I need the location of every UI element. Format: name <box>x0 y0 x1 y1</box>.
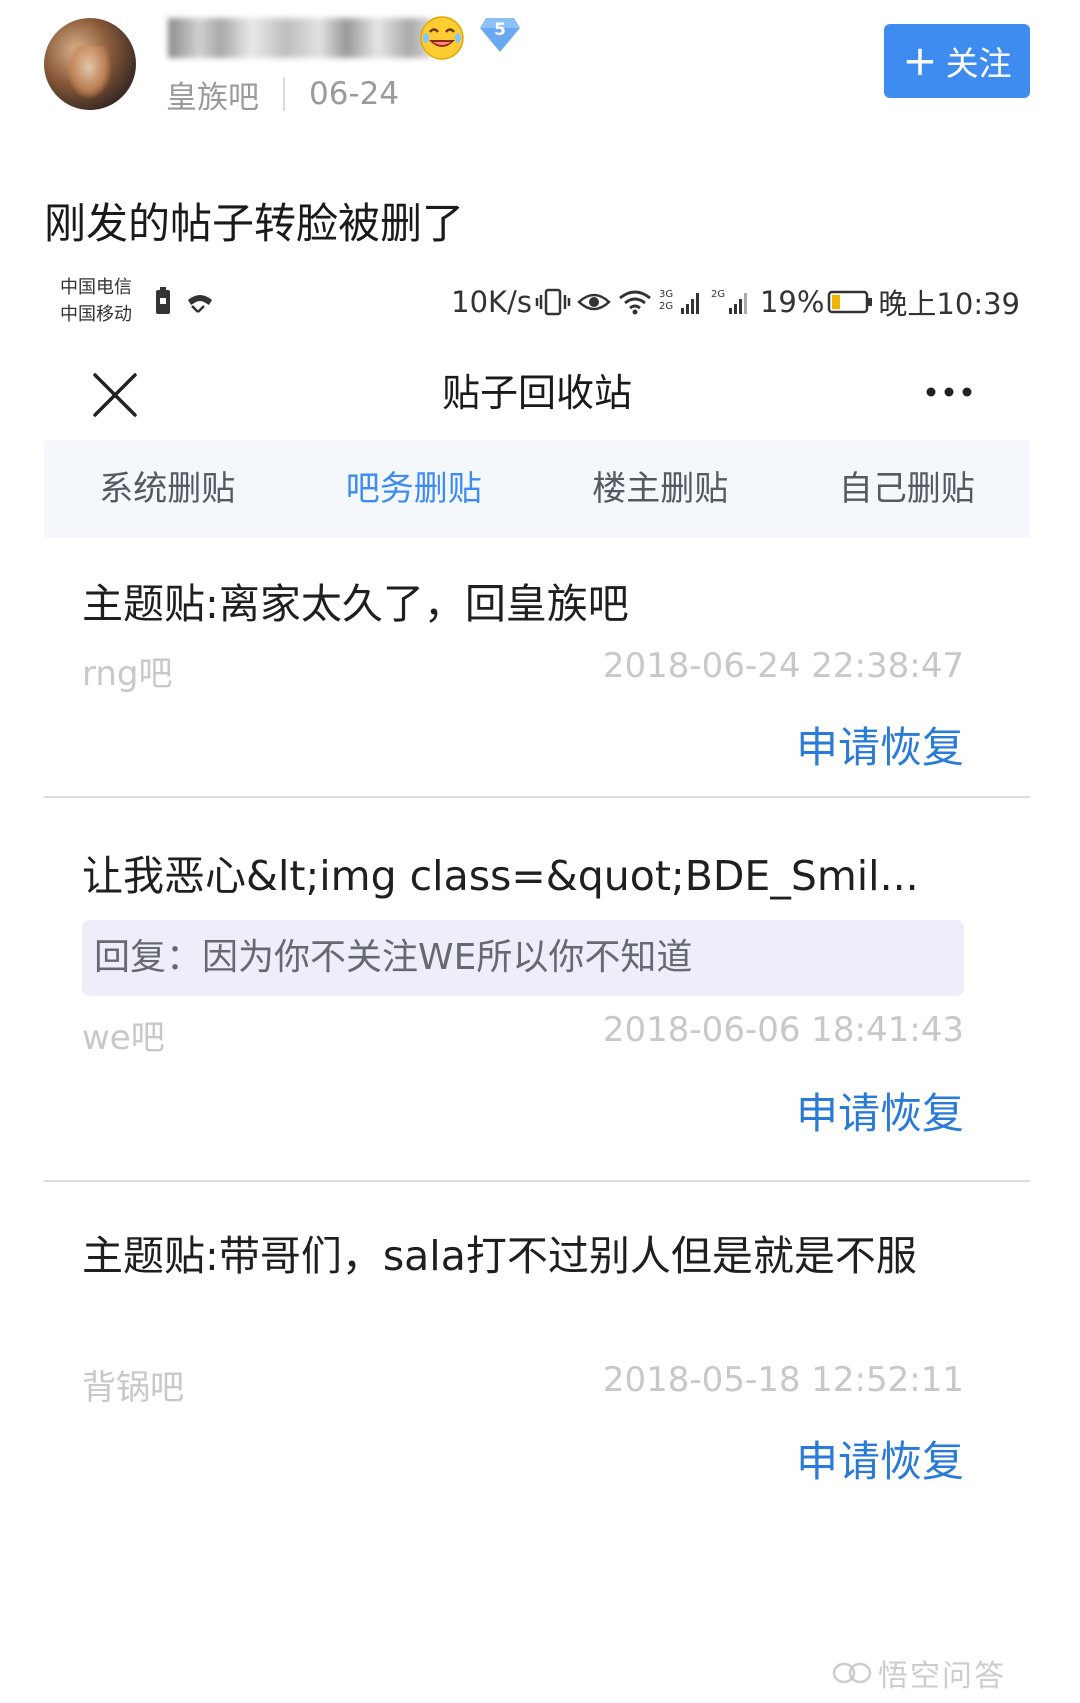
clock: 晚上10:39 <box>878 287 1020 321</box>
sim-and-call-icons <box>156 287 212 314</box>
eye-icon <box>577 293 611 311</box>
reply-preview: 回复：因为你不关注WE所以你不知道 <box>82 920 964 996</box>
tab-system-deleted[interactable]: 系统删贴 <box>44 440 291 538</box>
carrier-1: 中国电信 <box>60 277 132 298</box>
laughing-emoji-icon <box>420 16 464 60</box>
net2-label: 2G <box>711 289 725 300</box>
carrier-2: 中国移动 <box>60 304 132 325</box>
restore-button[interactable]: 申请恢复 <box>796 714 964 775</box>
attached-screenshot[interactable]: 中国电信 中国移动 10K/s 3G 2G 2G 19% 晚上10:39 贴子回… <box>44 262 1030 1703</box>
item-time: 2018-06-24 22:38:47 <box>602 646 964 686</box>
net1b-label: 2G <box>659 301 673 312</box>
item-forum[interactable]: we吧 <box>82 1010 165 1059</box>
avatar[interactable] <box>44 18 136 110</box>
restore-button[interactable]: 申请恢复 <box>796 1428 964 1489</box>
item-time: 2018-06-06 18:41:43 <box>602 1010 964 1050</box>
username-blurred[interactable] <box>168 18 430 58</box>
item-title: 让我恶心&lt;img class=&quot;BDE_Smil... <box>82 852 919 900</box>
signal-2g-icon: 2G <box>711 289 747 314</box>
battery-icon <box>828 290 873 314</box>
net-speed: 10K/s <box>451 285 532 319</box>
item-divider <box>44 796 1030 798</box>
follow-button[interactable]: + 关注 <box>884 24 1030 98</box>
wukong-logo-icon <box>832 1662 872 1684</box>
page-title: 贴子回收站 <box>441 371 632 415</box>
carrier-info: 中国电信 中国移动 <box>60 274 132 328</box>
status-bar: 中国电信 中国移动 10K/s 3G 2G 2G 19% 晚上10:39 <box>60 274 1020 334</box>
list-item[interactable]: 主题贴:离家太久了，回皇族吧 rng吧 2018-06-24 22:38:47 … <box>44 538 1030 800</box>
item-title: 主题贴:离家太久了，回皇族吧 <box>82 580 629 628</box>
plus-icon: + <box>902 36 938 85</box>
level-badge: 5 <box>478 14 522 54</box>
watermark-text: 悟空问答 <box>878 1659 1006 1694</box>
restore-button[interactable]: 申请恢复 <box>796 1080 964 1141</box>
item-title: 主题贴:带哥们，sala打不过别人但是就是不服 <box>82 1232 917 1280</box>
close-icon[interactable] <box>92 372 138 418</box>
tab-self-deleted[interactable]: 自己删贴 <box>784 440 1031 538</box>
forum-name[interactable]: 皇族吧 <box>166 72 259 117</box>
nav-bar: 贴子回收站 <box>44 348 1030 438</box>
status-right: 10K/s 3G 2G 2G 19% 晚上10:39 <box>451 274 1020 330</box>
watermark: 悟空问答 <box>832 1651 1006 1695</box>
net1-label: 3G <box>659 289 673 300</box>
item-divider <box>44 1180 1030 1182</box>
wifi-icon <box>619 290 651 315</box>
signal-3g-icon: 3G 2G <box>659 289 699 314</box>
list-item[interactable]: 让我恶心&lt;img class=&quot;BDE_Smil... 回复：因… <box>44 800 1030 1184</box>
follow-label: 关注 <box>945 44 1012 83</box>
list-item[interactable]: 主题贴:带哥们，sala打不过别人但是就是不服 背锅吧 2018-05-18 1… <box>44 1184 1030 1604</box>
more-icon[interactable] <box>924 384 974 400</box>
tab-bar: 系统删贴 吧务删贴 楼主删贴 自己删贴 <box>44 440 1030 538</box>
meta-divider <box>283 77 285 111</box>
battery-percent: 19% <box>759 285 825 319</box>
item-forum[interactable]: 背锅吧 <box>82 1360 184 1409</box>
post-date: 06-24 <box>309 76 400 112</box>
level-number: 5 <box>494 20 506 40</box>
item-time: 2018-05-18 12:52:11 <box>602 1360 964 1400</box>
tab-op-deleted[interactable]: 楼主删贴 <box>537 440 784 538</box>
post-meta: 皇族吧 06-24 <box>166 72 400 117</box>
vibrate-icon <box>535 288 571 316</box>
post-text: 刚发的帖子转脸被删了 <box>44 199 465 248</box>
tab-admin-deleted[interactable]: 吧务删贴 <box>291 440 538 538</box>
item-forum[interactable]: rng吧 <box>82 646 173 695</box>
